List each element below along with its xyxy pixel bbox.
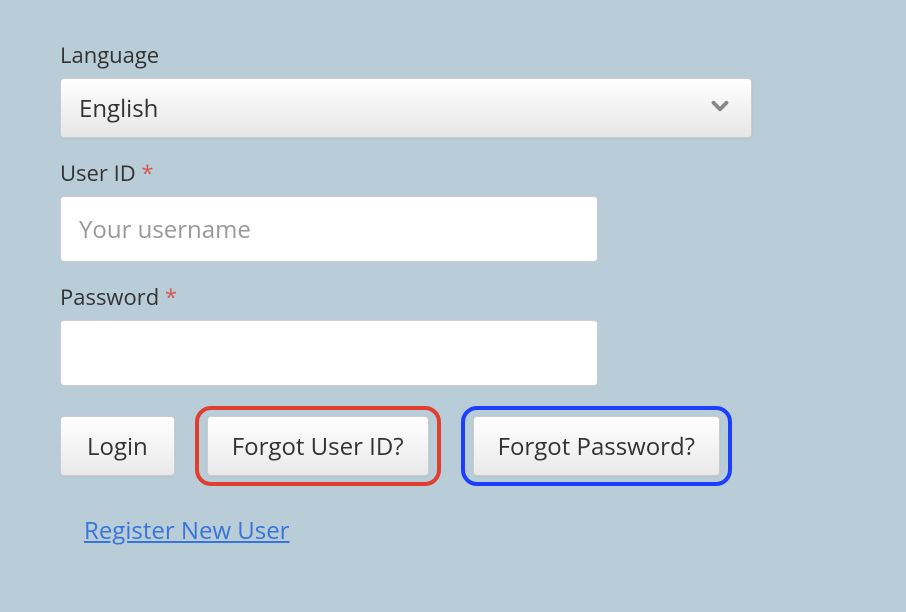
forgot-userid-highlight: Forgot User ID? bbox=[195, 406, 441, 486]
login-button[interactable]: Login bbox=[60, 416, 175, 476]
password-input[interactable] bbox=[60, 320, 598, 386]
language-group: Language English bbox=[60, 40, 846, 138]
chevron-down-icon bbox=[707, 93, 733, 124]
userid-label: User ID * bbox=[60, 158, 846, 188]
language-label: Language bbox=[60, 40, 846, 70]
userid-required-star: * bbox=[141, 158, 153, 188]
forgot-userid-button[interactable]: Forgot User ID? bbox=[207, 416, 429, 476]
password-group: Password * bbox=[60, 282, 846, 386]
forgot-password-highlight: Forgot Password? bbox=[461, 406, 732, 486]
userid-input[interactable] bbox=[60, 196, 598, 262]
forgot-password-button[interactable]: Forgot Password? bbox=[473, 416, 720, 476]
password-label: Password * bbox=[60, 282, 846, 312]
userid-label-text: User ID bbox=[60, 158, 136, 188]
language-dropdown[interactable]: English bbox=[60, 78, 752, 138]
userid-group: User ID * bbox=[60, 158, 846, 262]
button-row: Login Forgot User ID? Forgot Password? bbox=[60, 406, 846, 486]
password-required-star: * bbox=[165, 282, 177, 312]
password-label-text: Password bbox=[60, 282, 159, 312]
language-selected-value: English bbox=[79, 92, 707, 125]
register-new-user-link[interactable]: Register New User bbox=[84, 514, 290, 547]
